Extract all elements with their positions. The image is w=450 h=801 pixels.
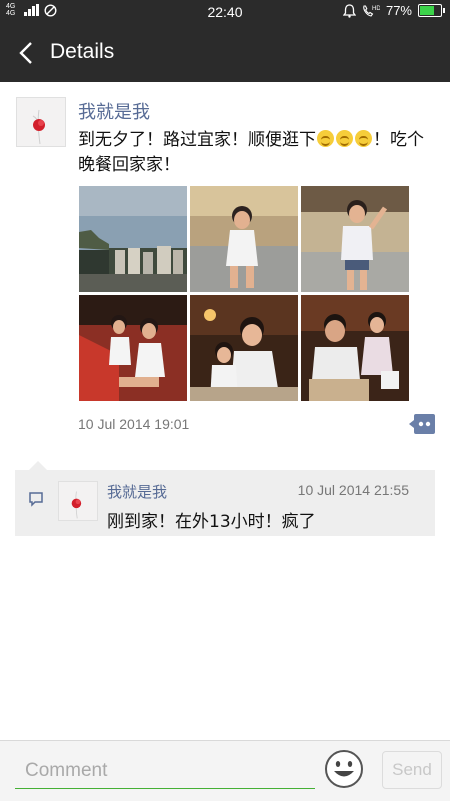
rose-avatar-image (59, 482, 97, 520)
more-actions-icon (409, 414, 435, 434)
mother-daughter-photo (190, 295, 298, 401)
alarm-icon (342, 3, 356, 18)
photo-thumbnail[interactable] (301, 295, 409, 401)
emoji-button[interactable] (324, 749, 364, 789)
post-avatar[interactable] (16, 97, 66, 147)
girl-store-photo (190, 186, 298, 292)
post-author[interactable]: 我就是我 (78, 98, 150, 124)
back-arrow-icon (19, 42, 32, 64)
rose-avatar-image (17, 98, 65, 146)
smiley-icon (325, 750, 363, 788)
page-title: Details (50, 40, 115, 63)
comment-icon (29, 492, 43, 507)
more-actions-button[interactable] (407, 414, 435, 434)
photo-grid (79, 186, 409, 402)
comment-input[interactable] (15, 753, 315, 789)
post-text: 到无夕了！路过宜家！顺便逛下 ！吃个晚餐回家家！ (78, 128, 434, 178)
city-skyline-photo (79, 186, 187, 292)
girls-restaurant-photo (79, 295, 187, 401)
battery-percent: 77% (385, 3, 412, 18)
title-bar: Details (0, 24, 450, 82)
back-button[interactable] (14, 38, 38, 68)
photo-thumbnail[interactable] (79, 295, 187, 401)
comment-time: 10 Jul 2014 21:55 (297, 482, 409, 498)
father-daughter-photo (301, 295, 409, 401)
svg-text:HD: HD (372, 6, 380, 12)
post-timestamp: 10 Jul 2014 19:01 (78, 416, 190, 432)
post-text-part-1: 到无夕了！路过宜家！顺便逛下 (78, 130, 316, 150)
comment-author[interactable]: 我就是我 (107, 481, 167, 502)
battery-fill (420, 6, 434, 15)
comment-text: 刚到家！在外13小时！疯了 (107, 512, 316, 532)
comment-bar: Send (0, 740, 450, 801)
battery-icon (418, 4, 445, 17)
comment-avatar[interactable] (58, 481, 98, 521)
comments-section: 我就是我 10 Jul 2014 21:55 刚到家！在外13小时！疯了 (15, 461, 435, 536)
status-bar: 4G 4G 22:40 HD 77% (0, 0, 450, 24)
photo-thumbnail[interactable] (190, 295, 298, 401)
smile-emoji-icon (317, 130, 334, 147)
send-button[interactable]: Send (382, 751, 442, 789)
hd-call-icon: HD (363, 4, 380, 17)
smile-emoji-icon (336, 130, 353, 147)
photo-thumbnail[interactable] (301, 186, 409, 292)
photo-thumbnail[interactable] (190, 186, 298, 292)
smile-emoji-icon (355, 130, 372, 147)
photo-thumbnail[interactable] (79, 186, 187, 292)
girl-waving-photo (301, 186, 409, 292)
